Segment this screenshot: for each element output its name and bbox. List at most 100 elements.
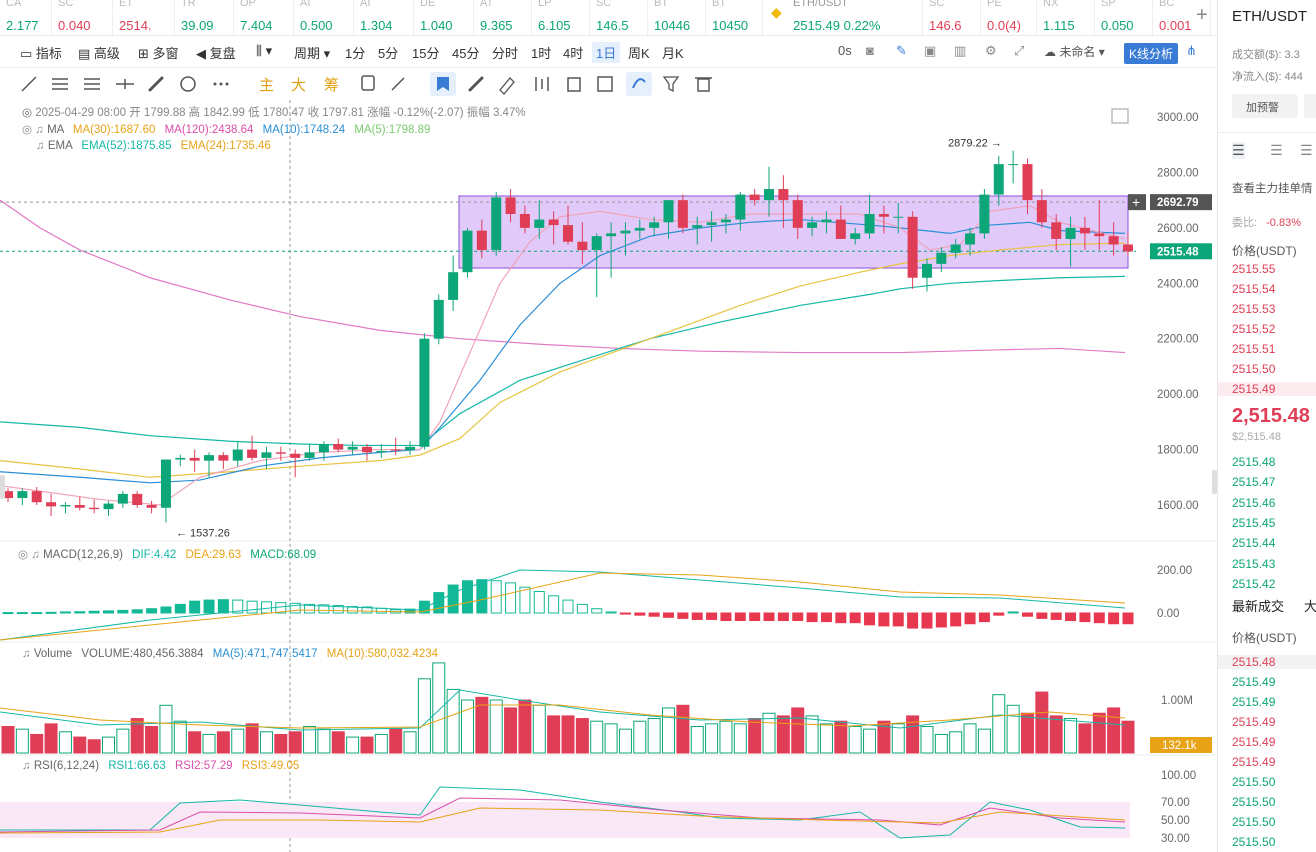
add-alert-button[interactable]: 加预警: [1232, 94, 1298, 118]
main-orders-link[interactable]: 查看主力挂单情: [1232, 180, 1313, 196]
trade-row[interactable]: 2515.49: [1232, 715, 1275, 729]
period-button[interactable]: 周期 ▾: [294, 43, 330, 62]
candle[interactable]: [491, 197, 502, 251]
candle[interactable]: [606, 233, 617, 237]
interval-tab[interactable]: 5分: [378, 43, 398, 62]
candle[interactable]: [347, 446, 358, 450]
chips-tool[interactable]: 筹: [324, 74, 339, 95]
candle[interactable]: [1123, 244, 1133, 252]
bid-row[interactable]: 2515.46: [1232, 496, 1275, 510]
settings-icon[interactable]: ⚙: [985, 43, 997, 59]
trade-row[interactable]: 2515.49: [1232, 695, 1275, 709]
ticker-item[interactable]: AT 9.365: [474, 0, 532, 35]
indicator-button[interactable]: ▭ 指标: [20, 43, 62, 62]
interval-tab[interactable]: 1分: [345, 43, 365, 62]
candle[interactable]: [749, 194, 760, 201]
candle[interactable]: [247, 449, 258, 458]
candle[interactable]: [907, 216, 918, 278]
candle[interactable]: [1051, 222, 1062, 239]
candle[interactable]: [333, 444, 344, 450]
trade-row[interactable]: 2515.50: [1232, 795, 1275, 809]
bid-row[interactable]: 2515.44: [1232, 536, 1275, 550]
candle[interactable]: [993, 164, 1004, 195]
candle[interactable]: [1008, 164, 1019, 166]
candle[interactable]: [390, 449, 401, 451]
add-ticker-icon[interactable]: +: [1196, 4, 1208, 27]
interval-tab[interactable]: 月K: [662, 43, 684, 62]
candle[interactable]: [132, 493, 143, 505]
candle[interactable]: [921, 263, 932, 278]
interval-tab[interactable]: 1时: [531, 43, 551, 62]
candle[interactable]: [634, 227, 645, 231]
large-trades-tab[interactable]: 大: [1304, 596, 1316, 615]
candle[interactable]: [548, 219, 559, 226]
ask-row[interactable]: 2515.55: [1232, 262, 1275, 276]
candle[interactable]: [275, 452, 286, 454]
left-scroll-handle[interactable]: [0, 475, 5, 499]
candle[interactable]: [462, 230, 473, 273]
kline-analysis-button[interactable]: K线分析: [1124, 43, 1179, 64]
candle[interactable]: [1036, 200, 1047, 223]
candle[interactable]: [433, 299, 444, 339]
replay-button[interactable]: ◀ 复盘: [196, 43, 236, 62]
chart-area[interactable]: 2879.22 → ← 1537.26 3000.00 2800.00 2600.00 2…: [0, 100, 1217, 852]
candle[interactable]: [534, 219, 545, 228]
ticker-item[interactable]: BT 10446: [648, 0, 706, 35]
advanced-button[interactable]: ▤ 高级: [78, 43, 120, 62]
candle[interactable]: [577, 241, 588, 251]
ticker-item[interactable]: TR 39.09: [175, 0, 234, 35]
candle[interactable]: [31, 491, 42, 503]
crop-icon[interactable]: ▣: [924, 43, 936, 59]
ask-row[interactable]: 2515.52: [1232, 322, 1275, 336]
ticker-item[interactable]: SC 146.5: [590, 0, 648, 35]
main-force-tool[interactable]: 主: [259, 74, 274, 95]
orderbook-view-asks-icon[interactable]: ☰: [1300, 142, 1313, 159]
bid-row[interactable]: 2515.42: [1232, 577, 1275, 591]
candle[interactable]: [117, 493, 128, 504]
candle[interactable]: [720, 219, 731, 223]
candle[interactable]: [850, 233, 861, 239]
ticker-item[interactable]: ◆ ETH/USDT 2515.49 0.22%: [763, 0, 923, 35]
interval-tab[interactable]: 15分: [412, 43, 439, 62]
layout-select[interactable]: ☁ 未命名 ▾: [1044, 43, 1105, 60]
orderbook-view-both-icon[interactable]: ☰: [1232, 142, 1245, 159]
candle[interactable]: [663, 200, 674, 223]
candle[interactable]: [304, 452, 315, 458]
candle[interactable]: [46, 502, 57, 507]
interval-tab[interactable]: 4时: [563, 43, 583, 62]
ask-row[interactable]: 2515.54: [1232, 282, 1275, 296]
candle[interactable]: [864, 214, 875, 234]
trade-row[interactable]: 2515.48: [1218, 655, 1316, 669]
ticker-item[interactable]: LP 6.105: [532, 0, 590, 35]
candle[interactable]: [764, 189, 775, 201]
trade-row[interactable]: 2515.50: [1232, 815, 1275, 829]
candle[interactable]: [74, 505, 85, 508]
candle[interactable]: [1108, 236, 1119, 245]
multi-window-button[interactable]: ⊞ 多窗: [138, 43, 179, 62]
candle[interactable]: [792, 200, 803, 228]
interval-tab[interactable]: 45分: [452, 43, 479, 62]
candle[interactable]: [519, 214, 530, 228]
candle[interactable]: [950, 244, 961, 253]
pen-icon[interactable]: ✎: [896, 43, 907, 59]
ticker-item[interactable]: OP 7.404: [234, 0, 294, 35]
big-order-tool[interactable]: 大: [291, 74, 306, 95]
bid-row[interactable]: 2515.43: [1232, 557, 1275, 571]
candle[interactable]: [218, 455, 229, 461]
ticker-item[interactable]: DE 1.040: [414, 0, 474, 35]
bid-row[interactable]: 2515.45: [1232, 516, 1275, 530]
trade-row[interactable]: 2515.50: [1232, 835, 1275, 849]
ticker-item[interactable]: AI 1.304: [354, 0, 414, 35]
candle[interactable]: [476, 230, 487, 251]
share-icon[interactable]: ⋔: [1186, 43, 1197, 59]
candle[interactable]: [1022, 164, 1033, 201]
candle[interactable]: [419, 338, 430, 447]
candle[interactable]: [735, 194, 746, 220]
candle[interactable]: [89, 507, 100, 510]
reset-zoom-icon[interactable]: [1111, 108, 1129, 124]
candle[interactable]: [649, 222, 660, 228]
candle[interactable]: [318, 444, 329, 453]
candle[interactable]: [290, 453, 301, 458]
candle[interactable]: [448, 272, 459, 300]
candle[interactable]: [361, 446, 372, 453]
